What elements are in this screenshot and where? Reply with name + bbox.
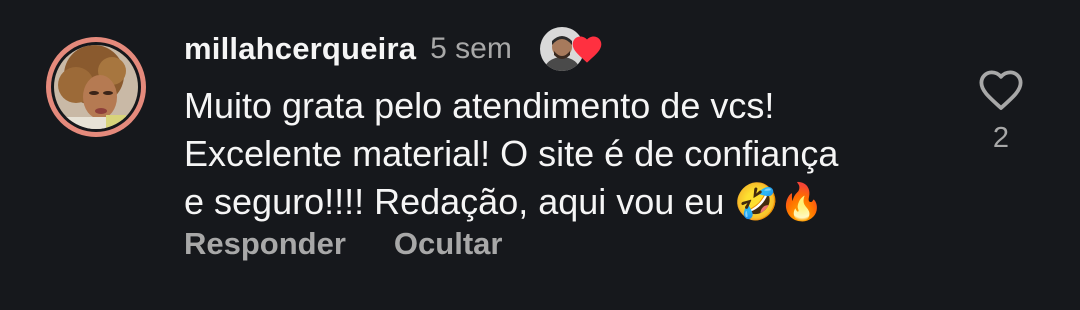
comment-header: millahcerqueira 5 sem <box>184 26 610 72</box>
comment-actions: Responder Ocultar <box>184 226 502 262</box>
username[interactable]: millahcerqueira <box>184 31 416 67</box>
timestamp: 5 sem <box>430 32 512 65</box>
comment-text: Muito grata pelo atendimento de vcs! Exc… <box>184 85 839 222</box>
like-count: 2 <box>992 122 1010 154</box>
like-column: 2 <box>972 68 1030 155</box>
heart-filled-icon <box>572 36 602 63</box>
hide-button[interactable]: Ocultar <box>394 226 503 262</box>
author-liked-badge <box>539 26 610 72</box>
comment-item: millahcerqueira 5 sem Muito grata pelo a… <box>0 0 1080 310</box>
reply-button[interactable]: Responder <box>184 226 346 262</box>
avatar-image <box>51 42 141 132</box>
heart-outline-icon[interactable] <box>977 68 1025 112</box>
avatar[interactable] <box>46 37 146 137</box>
